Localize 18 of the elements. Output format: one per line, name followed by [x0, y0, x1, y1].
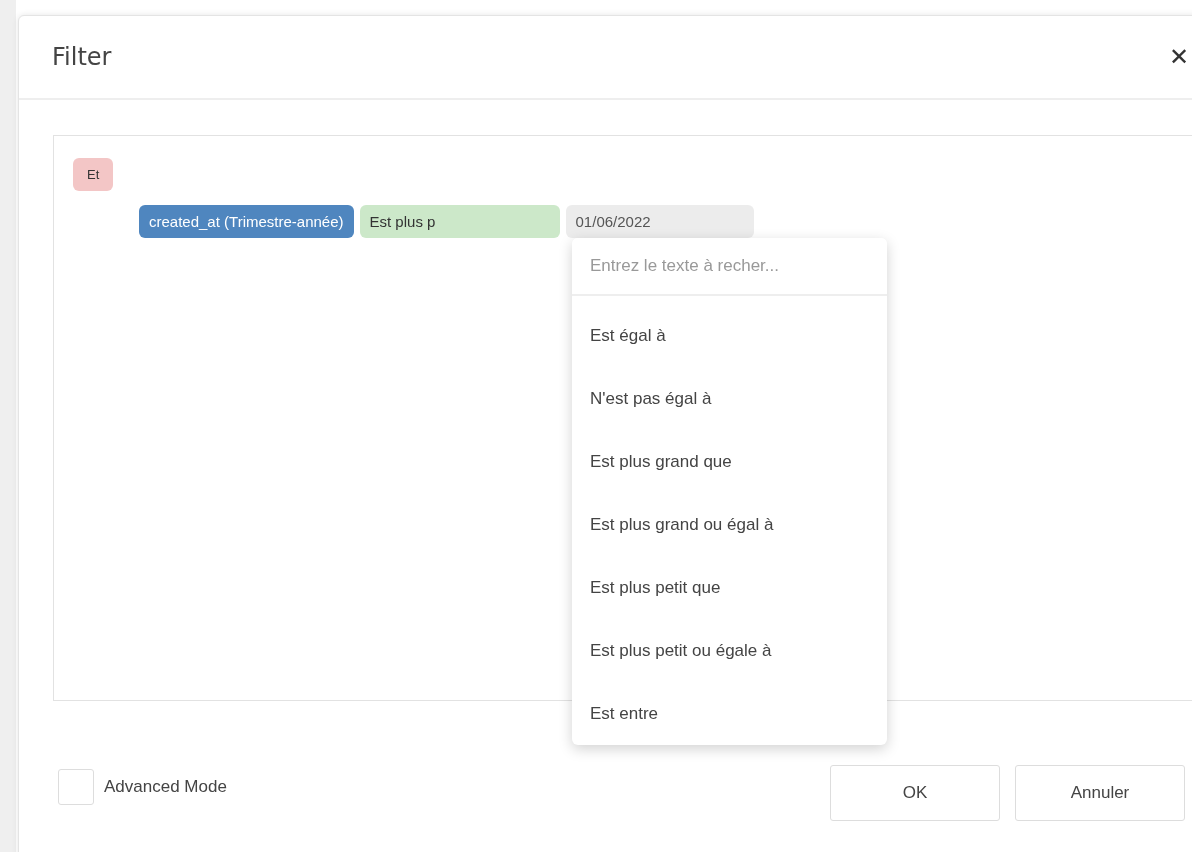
operator-tag[interactable]: Est plus p — [359, 205, 560, 238]
operator-option[interactable]: Est plus petit ou égale à — [572, 619, 887, 682]
operator-option[interactable]: Est égal à — [572, 304, 887, 367]
search-field[interactable]: Entrez le texte à recher... — [572, 238, 887, 296]
operator-option[interactable]: Est plus petit que — [572, 556, 887, 619]
field-tag[interactable]: created_at (Trimestre-année) — [139, 205, 354, 238]
close-button[interactable]: ✕ — [1161, 43, 1192, 71]
dialog-title: Filter — [52, 43, 112, 71]
operator-option[interactable]: N'est pas égal à — [572, 367, 887, 430]
dialog-button[interactable]: OK — [830, 765, 1000, 821]
group-operator-tag[interactable]: Et — [73, 158, 114, 191]
value-tag[interactable]: 01/06/2022 — [565, 205, 754, 238]
operator-option[interactable]: Est entre — [572, 682, 887, 745]
advanced-mode-label: Advanced Mode — [104, 777, 227, 797]
dialog-button[interactable]: Annuler — [1015, 765, 1185, 821]
operator-option[interactable]: Est plus grand ou égal à — [572, 493, 887, 556]
advanced-mode-checkbox[interactable] — [58, 769, 94, 805]
operator-option[interactable]: Est plus grand que — [572, 430, 887, 493]
